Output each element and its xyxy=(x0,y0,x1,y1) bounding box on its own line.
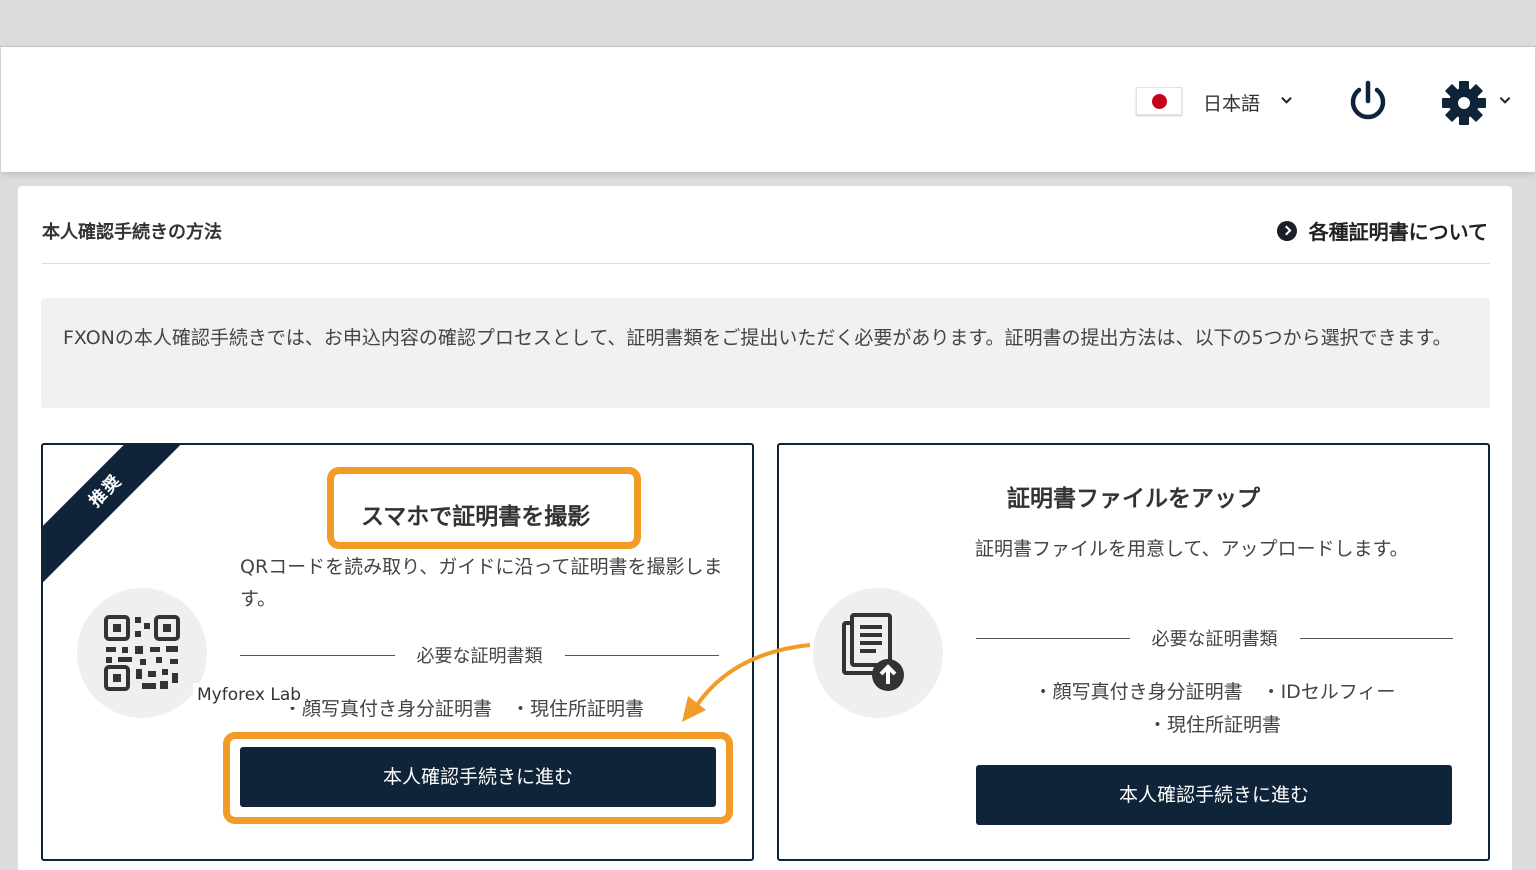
required-docs-label: 必要な証明書類 xyxy=(416,646,543,667)
browser-top-strip xyxy=(0,0,1536,47)
verification-panel: 本人確認手続きの方法 各種証明書について FXONの本人確認手続きでは、お申込内… xyxy=(18,186,1512,870)
chevron-circle-icon xyxy=(1276,220,1297,241)
recommended-badge: 推奨 xyxy=(43,445,209,594)
card-file-upload: 証明書ファイルをアップ 証明書ファイルを用意して、アップロードします。 必要な証… xyxy=(777,443,1490,861)
section-title: 本人確認手続きの方法 xyxy=(42,222,222,243)
annotation-arrow-icon xyxy=(682,643,811,722)
required-docs-list: ・顔写真付き身分証明書 ・IDセルフィー ・現住所証明書 xyxy=(976,676,1453,742)
japan-flag-icon[interactable] xyxy=(1136,87,1182,115)
watermark: Myforex Lab xyxy=(193,683,306,707)
proceed-button[interactable]: 本人確認手続きに進む xyxy=(976,765,1452,825)
required-docs-list: ・顔写真付き身分証明書 ・現住所証明書 xyxy=(283,698,645,720)
chevron-down-icon[interactable] xyxy=(1281,95,1292,106)
required-docs-line: ・現住所証明書 xyxy=(1147,714,1281,736)
power-icon[interactable] xyxy=(1346,79,1390,123)
divider xyxy=(42,263,1490,264)
about-certificates-link[interactable]: 各種証明書について xyxy=(1276,216,1488,245)
required-docs-divider: 必要な証明書類 xyxy=(240,642,719,668)
gear-icon[interactable] xyxy=(1441,80,1487,126)
document-upload-icon xyxy=(813,588,943,718)
top-header: 日本語 xyxy=(1,47,1535,172)
card-title: 証明書ファイルをアップ xyxy=(1007,486,1260,512)
card-description: QRコードを読み取り、ガイドに沿って証明書を撮影します。 xyxy=(240,556,723,610)
info-box: FXONの本人確認手続きでは、お申込内容の確認プロセスとして、証明書類をご提出い… xyxy=(41,298,1490,408)
card-description: 証明書ファイルを用意して、アップロードします。 xyxy=(975,538,1409,560)
about-certificates-label: 各種証明書について xyxy=(1308,220,1488,244)
qr-code-icon xyxy=(77,588,207,718)
card-title: スマホで証明書を撮影 xyxy=(361,504,591,530)
language-selector[interactable]: 日本語 xyxy=(1203,89,1260,116)
required-docs-label: 必要な証明書類 xyxy=(1151,629,1278,650)
required-docs-divider: 必要な証明書類 xyxy=(976,625,1453,651)
card-smartphone-capture: 推奨 スマホで証明書を撮影 QRコードを読み取り、ガイドに沿って証明書を撮影しま… xyxy=(41,443,754,861)
proceed-button[interactable]: 本人確認手続きに進む xyxy=(240,747,716,807)
required-docs-line: ・顔写真付き身分証明書 ・IDセルフィー xyxy=(1033,681,1396,703)
chevron-down-icon[interactable] xyxy=(1499,95,1511,106)
